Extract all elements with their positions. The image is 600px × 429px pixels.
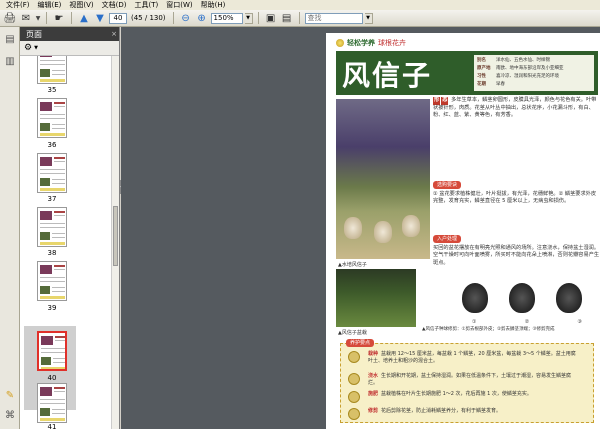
zoom-dropdown-icon[interactable]: ▼ [244,12,253,24]
menu-file[interactable]: 文件(F) [2,0,34,10]
thumbnail-label: 35 [47,86,57,94]
pages-panel: 页面 × ⚙ ▼ 35 36 37 38 39 40 41 [20,27,120,429]
thumbnail-label: 38 [47,249,57,257]
page-thumbnail-selected[interactable] [37,331,67,371]
toolbar: 🖨 ✉ ▼ ☛ ▲ ▼ (45 / 130) ⊖ ⊕ ▼ ▣ ▤ ▼ [0,10,600,27]
bulb-caption: ▲风信子种球修剪：①剪去根部外皮；②剪去鳞茎顶端；③修剪完成 [422,327,555,332]
next-page-icon[interactable]: ▼ [93,12,107,25]
menu-view[interactable]: 视图(V) [65,0,97,10]
zoom-in-icon[interactable]: ⊕ [195,12,209,25]
care-icon [348,408,360,420]
thumbnail-label: 36 [47,141,57,149]
toolbar-separator [172,12,174,24]
menu-help[interactable]: 帮助(H) [197,0,230,10]
chevron-down-icon[interactable]: ▼ [34,45,38,51]
care-icon [348,391,360,403]
search-input[interactable] [304,12,363,24]
menu-bar: 文件(F) 编辑(E) 视图(V) 文档(D) 工具(T) 窗口(W) 帮助(H… [0,0,600,10]
print-icon[interactable]: 🖨 [3,12,17,25]
care-icon [348,373,360,385]
section-tag: 入户处理 [433,235,462,243]
title-band: 风信子 别名 洋水仙、五色水仙、时样锦 原产地 南欧、地中海东部沿岸及小亚细亚 习性… [336,51,598,95]
care-row: 施肥 盆栽植株在叶片生长期施肥 1～2 次，花后再施 1 次，使鳞茎充实。 [368,391,532,397]
pages-panel-header: 页面 × [20,27,119,41]
info-row: 习性 喜冷凉、湿润和阳光充足的环境 [477,74,559,79]
series-name: 轻松学养 [347,39,375,47]
thumbnail-scrollbar[interactable] [111,56,119,429]
page-thumbnail[interactable] [37,383,67,423]
section-body: 买回的盆花摆放在有明亮光照和通风的场所。注意浇水，保持盆土湿润。空气干燥时可向叶… [433,245,600,266]
page-number-input[interactable] [109,12,127,24]
info-row: 别名 洋水仙、五色水仙、时样锦 [477,58,550,63]
toolbar-separator [257,12,259,24]
care-row: 修剪 花后剪除花茎，防止消耗鳞茎养分，有利于鳞茎发育。 [368,408,502,414]
page-thumbnail[interactable] [37,56,67,84]
photo-caption: ▲水培风信子 [338,262,367,268]
document-view[interactable]: 轻松学养 球根花卉 风信子 别名 洋水仙、五色水仙、时样锦 原产地 南欧、地中海东部… [121,27,600,429]
options-icon[interactable]: ⚙ [24,43,32,53]
info-row: 花期 早春 [477,82,505,87]
page-count: (45 / 130) [131,14,166,22]
section-tag: 养护要点 [346,339,375,347]
section-body: ① 盆花要求植株健壮，叶片挺拔，有光泽，花穗鲜艳。② 鳞茎要求外皮完整，发育充实… [433,191,597,205]
page-thumbnail[interactable] [37,261,67,301]
hand-tool-icon[interactable]: ☛ [52,12,66,25]
menu-edit[interactable]: 编辑(E) [34,0,66,10]
toolbar-separator [298,12,300,24]
search-dropdown-icon[interactable]: ▼ [364,12,373,24]
potted-hyacinth-photo [336,269,416,327]
page-thumbnail[interactable] [37,153,67,193]
bookmarks-icon[interactable]: ▥ [4,55,16,67]
close-icon[interactable]: × [109,30,119,38]
document-page: 轻松学养 球根花卉 风信子 别名 洋水仙、五色水仙、时样锦 原产地 南欧、地中海东部… [326,33,600,429]
thumbnail-label: 37 [47,195,57,203]
previous-page-icon[interactable]: ▲ [77,12,91,25]
page-header: 轻松学养 球根花卉 [336,37,406,49]
series-subtitle: 球根花卉 [378,39,406,47]
pages-panel-icon[interactable]: ▤ [4,33,16,45]
panel-options: ⚙ ▼ [20,41,119,56]
intro-text: 形态 多年生草本，鳞茎卵圆形，皮膜具光泽，颜色与花色有关。叶带状披针形，肉质。花… [433,97,597,118]
menu-tools[interactable]: 工具(T) [131,0,163,10]
care-row: 栽种 盆栽用 12～15 厘米盆，每盆栽 1 个鳞茎，20 厘米盆，每盆栽 3～5… [368,351,576,364]
thumbnail-label: 39 [47,304,57,312]
section-tag: 选购要诀 [433,181,462,189]
thumbnail-label: 40 [47,374,57,382]
scrollbar-thumb[interactable] [113,206,118,266]
navigation-rail: ▤ ▥ ✎ ⌘ [0,27,20,429]
comments-icon[interactable]: ✎ [4,389,16,401]
zoom-input[interactable] [210,12,243,24]
chevron-down-icon[interactable]: ▼ [35,12,41,25]
info-box: 别名 洋水仙、五色水仙、时样锦 原产地 南欧、地中海东部沿岸及小亚细亚 习性 喜冷凉、… [474,55,594,91]
menu-document[interactable]: 文档(D) [98,0,131,10]
page-title: 风信子 [342,59,433,92]
series-logo-icon [336,39,344,47]
thumbnail-list[interactable]: 35 36 37 38 39 40 41 [20,56,112,429]
toolbar-separator [71,12,72,24]
thumbnail-label: 41 [47,423,57,429]
care-row: 浇水 生长期和开花期，盆土保持湿润。如果在低温条件下，土壤过于潮湿，容易发生鳞茎腐… [368,373,572,386]
info-row: 原产地 南欧、地中海东部沿岸及小亚细亚 [477,66,564,71]
zoom-out-icon[interactable]: ⊖ [179,12,193,25]
menu-window[interactable]: 窗口(W) [162,0,196,10]
fit-width-icon[interactable]: ▤ [280,12,294,25]
page-thumbnail[interactable] [37,207,67,247]
bulb-illustrations [462,277,582,319]
bulb-numbers: ① ② ③ [472,319,582,325]
attachments-icon[interactable]: ⌘ [4,409,16,421]
fit-page-icon[interactable]: ▣ [264,12,278,25]
hyacinth-photo [336,99,430,259]
page-thumbnail[interactable] [37,98,67,138]
email-icon[interactable]: ✉ [19,12,33,25]
toolbar-separator [46,12,47,24]
care-icon [348,351,360,363]
pages-panel-title: 页面 [26,29,42,39]
photo-caption: ▲风信子盆栽 [338,330,367,336]
